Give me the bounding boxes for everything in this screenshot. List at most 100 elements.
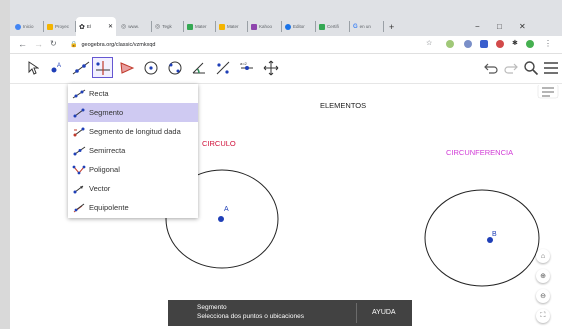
more-vert-icon[interactable]: ⋮ [544,39,552,48]
minimize-button[interactable]: − [472,17,486,36]
slides-icon [47,23,53,30]
title-elementos: ELEMENTOS [320,101,367,110]
extension-icon[interactable] [446,40,454,48]
tab-label: Tegk [162,24,172,29]
geogebra-toolbar: A a=2 [10,54,562,84]
extension-icon[interactable] [496,40,504,48]
vector-icon [71,183,87,195]
address-bar-row: ← → ↻ 🔒 geogebra.org/classic/vzmkxqd ☆ ✱… [10,36,562,54]
reflect-tool-icon[interactable] [212,57,233,78]
search-icon[interactable] [520,57,541,78]
circle-center-point-tool-icon[interactable] [140,57,161,78]
move-graphics-view-icon[interactable] [260,57,281,78]
menu-item-poligonal[interactable]: Poligonal [68,160,198,179]
drive-icon [187,23,193,30]
label-circunferencia: CIRCUNFERENCIA [446,148,514,157]
reload-icon[interactable]: ↻ [50,39,57,48]
menu-item-segmento-longitud[interactable]: Segmento de longitud dada [68,122,198,141]
line-icon [71,88,87,100]
url-field[interactable]: 🔒 geogebra.org/classic/vzmkxqd [70,38,430,51]
tab-label: en un [359,24,371,29]
tab-label: www. [128,24,140,29]
menu-item-label: Segmento [89,108,124,117]
tab-label: Mater [227,24,239,29]
bookmark-star-icon[interactable]: ☆ [426,39,432,47]
snackbar-subtitle: Selecciona dos puntos o ubicaciones [197,313,304,320]
zoom-in-icon[interactable]: ⊕ [536,269,550,283]
new-tab-button[interactable]: + [386,17,400,36]
tab-en-un[interactable]: Gen un [350,17,384,36]
angle-tool-icon[interactable] [188,57,209,78]
label-point-b: B [492,231,497,238]
close-tab-icon[interactable]: ✕ [108,23,113,30]
forward-icon[interactable]: → [34,39,43,49]
ray-icon [71,145,87,157]
profile-avatar[interactable] [526,40,534,48]
menu-item-semirrecta[interactable]: Semirrecta [68,141,198,160]
globe-icon: ◎ [155,24,161,30]
puzzle-icon[interactable]: ✱ [512,39,518,47]
tab-label: Inicio [23,24,34,29]
hamburger-menu-icon[interactable] [540,57,561,78]
classroom-icon [319,23,325,30]
chrome-icon [15,23,21,30]
label-circulo: CIRCULO [202,139,236,148]
svg-text:a=2: a=2 [240,61,248,66]
browser-tab-bar: Inicio Proyec ✿ El ✕ ◎ www. ◎ Tegk Mater Mat… [10,0,562,38]
tab-kahoot[interactable]: Kahoo [248,17,282,36]
menu-item-label: Equipolente [89,203,129,212]
line-tool-icon[interactable] [70,57,91,78]
close-window-button[interactable]: ✕ [516,17,530,36]
left-window-edge [0,0,10,329]
zoom-out-icon[interactable]: ⊖ [536,289,550,303]
tab-label: Proyec [55,24,70,29]
extension-icon[interactable] [464,40,472,48]
geogebra-icon: ✿ [79,23,85,31]
google-icon: G [353,23,358,30]
tab-certifi[interactable]: Certifi [316,17,350,36]
menu-item-vector[interactable]: Vector [68,179,198,198]
kahoot-icon [251,23,257,30]
point-a[interactable] [218,216,224,222]
point-tool-icon[interactable]: A [46,57,67,78]
snackbar-title: Segmento [197,304,227,311]
tab-inicio[interactable]: Inicio [12,17,44,36]
help-button[interactable]: AYUDA [372,309,396,316]
menu-item-label: Poligonal [89,165,120,174]
tab-www[interactable]: ◎ www. [118,17,152,36]
fullscreen-icon[interactable]: ⛶ [536,309,550,323]
menu-item-label: Segmento de longitud dada [89,127,181,136]
tab-active-geogebra[interactable]: ✿ El ✕ [76,17,116,36]
url-text: geogebra.org/classic/vzmkxqd [81,41,156,48]
tab-label: Kahoo [259,24,273,29]
ellipse-tool-icon[interactable] [164,57,185,78]
perpendicular-line-tool-icon[interactable] [92,57,113,78]
home-icon[interactable]: ⌂ [536,249,550,263]
tab-proyec[interactable]: Proyec [44,17,76,36]
segment-fixed-length-icon [71,126,87,138]
move-tool-icon[interactable] [22,57,43,78]
menu-item-recta[interactable]: Recta [68,84,198,103]
slider-tool-icon[interactable]: a=2 [236,57,257,78]
undo-icon[interactable] [480,57,501,78]
vector-from-point-icon [71,202,87,214]
extension-icon[interactable] [480,40,488,48]
svg-text:A: A [57,63,61,69]
back-icon[interactable]: ← [18,39,27,49]
menu-item-label: Vector [89,184,111,193]
menu-item-label: Semirrecta [89,146,126,155]
maximize-button[interactable]: □ [494,17,508,36]
tab-mater-slides[interactable]: Mater [216,17,248,36]
menu-item-equipolente[interactable]: Equipolente [68,198,198,217]
tab-label: Certifi [327,24,339,29]
circle-circunferencia[interactable] [424,189,540,287]
menu-item-segmento[interactable]: Segmento [68,103,198,122]
redo-icon[interactable] [500,57,521,78]
tab-tegk[interactable]: ◎ Tegk [152,17,184,36]
tab-label: El [86,24,91,29]
tool-help-snackbar: Segmento Selecciona dos puntos o ubicaci… [168,300,412,326]
slides-icon [219,23,225,30]
tab-mater-drive[interactable]: Mater [184,17,216,36]
tab-editor[interactable]: Editor [282,17,316,36]
polygon-tool-icon[interactable] [116,57,137,78]
